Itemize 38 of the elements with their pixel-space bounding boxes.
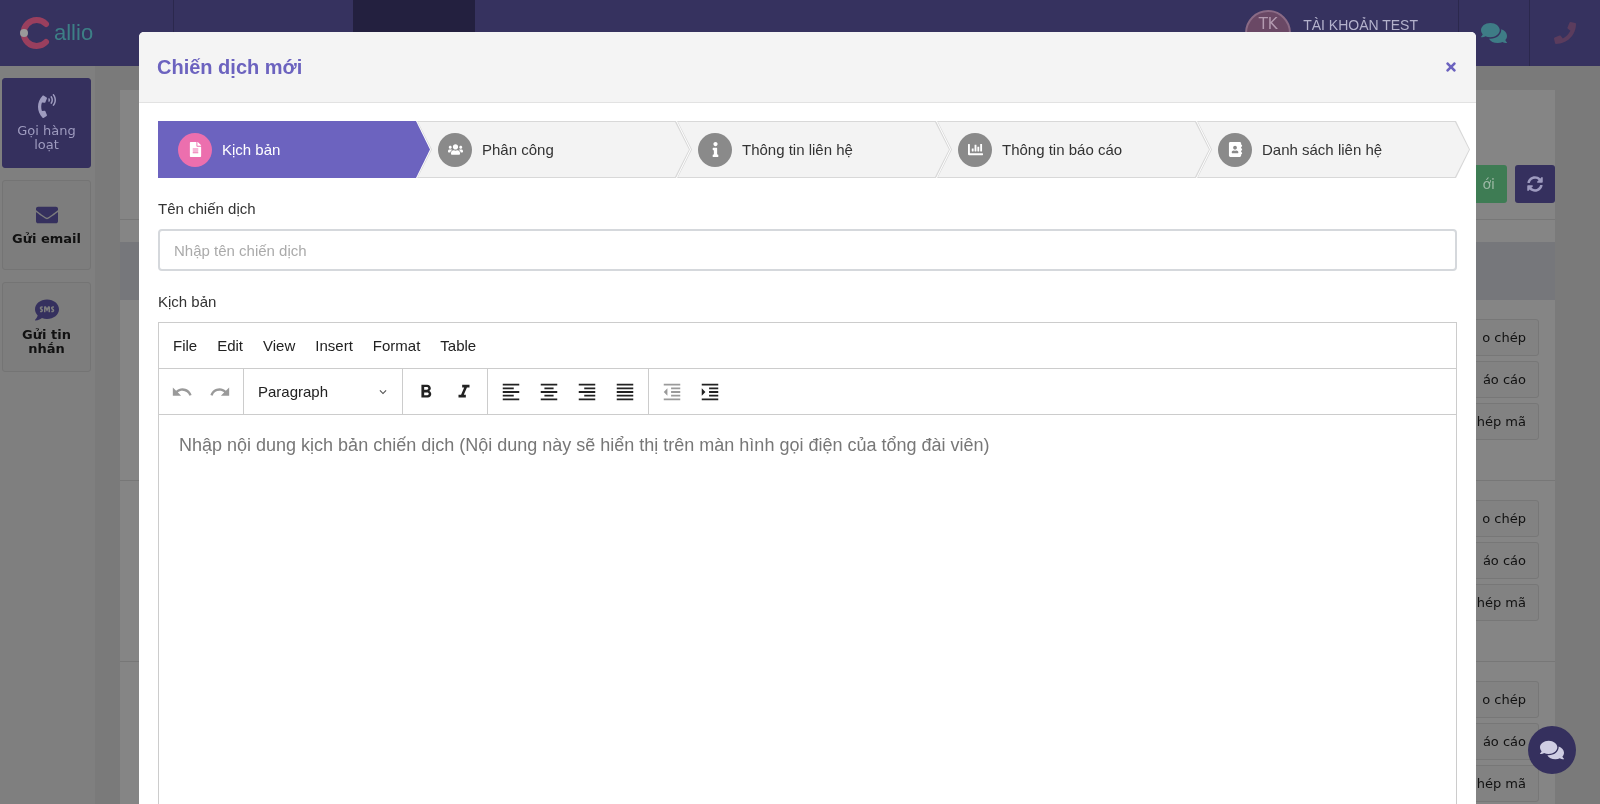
menu-item[interactable]: Table xyxy=(432,333,485,358)
users-icon xyxy=(447,142,463,157)
chat-widget-button[interactable] xyxy=(1528,726,1576,774)
address-book-icon xyxy=(1227,142,1243,157)
menu-item[interactable]: Insert xyxy=(307,333,361,358)
sidebar-item-label: Gửi email xyxy=(12,232,81,246)
wizard-step[interactable]: Phân công xyxy=(417,121,690,178)
field-label: Kịch bản xyxy=(158,293,218,310)
account-name[interactable]: TÀI KHOẢN TEST xyxy=(1303,17,1418,33)
format-select[interactable]: Paragraph xyxy=(250,374,396,409)
campaign-name-field[interactable]: Nhập tên chiến dịch xyxy=(158,229,1457,271)
document-icon xyxy=(187,142,203,157)
menu-item[interactable]: File xyxy=(165,333,206,358)
wizard-step[interactable]: Thông tin báo cáo xyxy=(937,121,1210,178)
menu-item[interactable]: View xyxy=(255,333,304,358)
bar-chart-icon xyxy=(967,142,983,157)
sidebar-item[interactable]: Gọi hàng loạt xyxy=(2,78,91,168)
modal-title: Chiến dịch mới xyxy=(157,55,303,79)
sms-icon xyxy=(34,298,59,322)
close-button[interactable] xyxy=(1444,60,1458,74)
menu-item[interactable]: Edit xyxy=(209,333,252,358)
sidebar-item-label: Gọi hàng loạt xyxy=(16,124,77,152)
menu-item[interactable]: Format xyxy=(364,333,429,358)
refresh-icon xyxy=(1527,176,1543,192)
sidebar-item-label: Gửi tin nhắn xyxy=(21,328,72,356)
sidebar-item[interactable]: Gửi email xyxy=(2,180,91,270)
logo-text: allio xyxy=(54,20,94,46)
wizard-step[interactable]: Kịch bản xyxy=(158,121,430,178)
chat-icon xyxy=(1540,738,1564,762)
field-label: Tên chiến dịch xyxy=(158,200,257,217)
close-icon xyxy=(1444,60,1458,74)
wizard-step[interactable]: Thông tin liên hệ xyxy=(677,121,950,178)
refresh-button[interactable] xyxy=(1515,165,1555,203)
logo-icon xyxy=(18,16,52,50)
wizard-step[interactable]: Danh sách liên hệ xyxy=(1197,121,1470,178)
chat-icon[interactable] xyxy=(1481,20,1507,46)
email-icon xyxy=(35,204,58,226)
sidebar-item[interactable]: Gửi tin nhắn xyxy=(2,282,91,372)
